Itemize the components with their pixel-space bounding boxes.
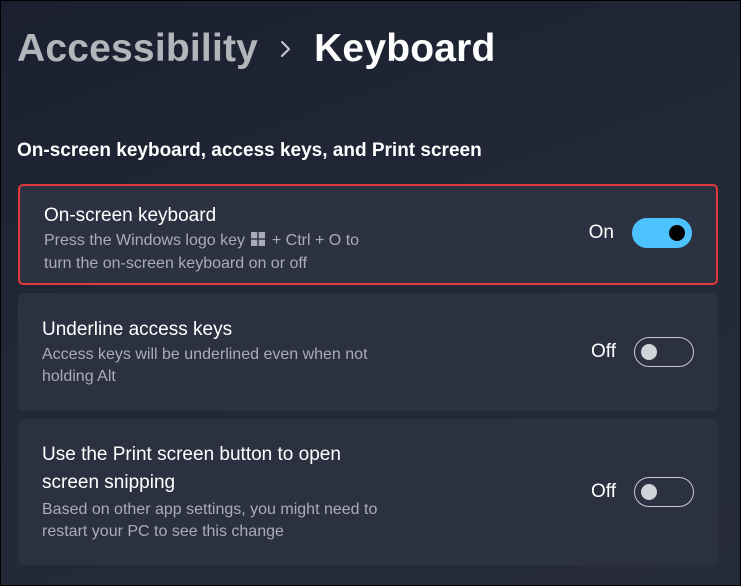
chevron-right-icon bbox=[280, 39, 292, 59]
on-screen-keyboard-toggle[interactable] bbox=[632, 218, 692, 248]
toggle-knob bbox=[641, 344, 657, 360]
page-title: Keyboard bbox=[314, 27, 496, 70]
description-text: Access keys will be underlined even when… bbox=[42, 346, 368, 363]
setting-card-print-screen: Use the Print screen button to open scre… bbox=[18, 419, 718, 565]
toggle-knob bbox=[641, 484, 657, 500]
toggle-state-label: On bbox=[588, 222, 614, 243]
settings-window: Accessibility Keyboard On-screen keyboar… bbox=[0, 0, 741, 586]
setting-description: Based on other app settings, you might n… bbox=[42, 499, 462, 543]
description-text: + Ctrl + O to bbox=[271, 232, 360, 249]
setting-title: Use the Print screen button to open scre… bbox=[42, 441, 462, 497]
toggle-knob bbox=[669, 225, 685, 241]
breadcrumb-accessibility[interactable]: Accessibility bbox=[17, 27, 258, 71]
title-text: screen snipping bbox=[42, 472, 176, 493]
toggle-group: Off bbox=[586, 477, 694, 507]
toggle-state-label: Off bbox=[591, 341, 616, 362]
windows-logo-icon bbox=[251, 231, 266, 253]
description-text: Press the Windows logo key bbox=[44, 232, 245, 249]
print-screen-snipping-toggle[interactable] bbox=[634, 477, 694, 507]
setting-title: Underline access keys bbox=[42, 319, 233, 340]
breadcrumb: Accessibility Keyboard bbox=[17, 19, 496, 79]
description-text: Based on other app settings, you might n… bbox=[42, 501, 378, 518]
description-text: turn the on-screen keyboard on or off bbox=[44, 255, 307, 272]
toggle-state-label: Off bbox=[591, 481, 616, 502]
setting-description: Access keys will be underlined even when… bbox=[42, 344, 462, 388]
setting-card-on-screen-keyboard: On-screen keyboard Press the Windows log… bbox=[18, 184, 718, 285]
toggle-group: Off bbox=[586, 337, 694, 367]
description-text: holding Alt bbox=[42, 368, 116, 385]
underline-access-keys-toggle[interactable] bbox=[634, 337, 694, 367]
section-title: On-screen keyboard, access keys, and Pri… bbox=[17, 140, 482, 161]
title-text: Use the Print screen button to open bbox=[42, 444, 341, 465]
setting-title: On-screen keyboard bbox=[44, 205, 217, 226]
description-text: restart your PC to see this change bbox=[42, 523, 284, 540]
setting-description: Press the Windows logo key + Ctrl + O to… bbox=[44, 230, 464, 275]
setting-card-underline-access-keys: Underline access keys Access keys will b… bbox=[18, 293, 718, 411]
toggle-group: On bbox=[584, 218, 692, 248]
